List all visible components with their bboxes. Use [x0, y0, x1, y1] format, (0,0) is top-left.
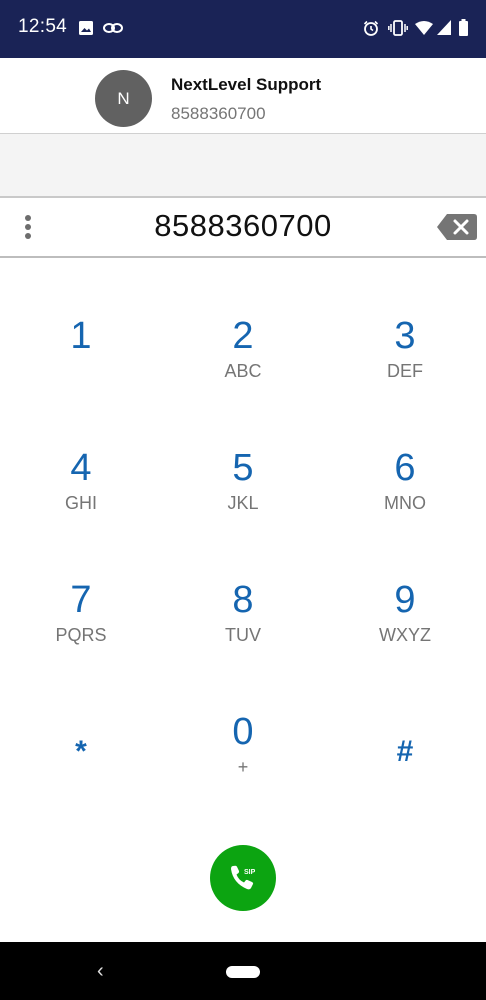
key-6[interactable]: 6 MNO — [345, 446, 465, 546]
key-digit: 8 — [232, 579, 254, 621]
key-digit: 2 — [232, 315, 254, 357]
key-digit: 7 — [70, 579, 92, 621]
key-hash[interactable]: # — [345, 708, 465, 808]
key-0[interactable]: 0 + — [183, 710, 303, 810]
key-5[interactable]: 5 JKL — [183, 446, 303, 546]
key-letters: TUV — [225, 625, 261, 645]
dialed-number-field[interactable]: 8588360700 — [0, 208, 486, 244]
key-digit: 4 — [70, 447, 92, 489]
key-digit: 6 — [394, 447, 416, 489]
vibrate-icon — [388, 20, 408, 36]
alarm-icon — [363, 20, 379, 36]
link-icon — [103, 23, 123, 33]
key-2[interactable]: 2 ABC — [183, 314, 303, 414]
key-letters: + — [237, 757, 249, 777]
avatar: N — [95, 70, 152, 127]
key-digit: 9 — [394, 579, 416, 621]
contact-suggestion[interactable]: N NextLevel Support 8588360700 — [0, 58, 486, 134]
back-icon[interactable]: ‹ — [97, 960, 104, 983]
key-digit: 5 — [232, 447, 254, 489]
key-letters: ABC — [224, 361, 262, 381]
sip-badge: SIP — [244, 869, 256, 876]
key-digit: 3 — [394, 315, 416, 357]
phone-icon: SIP — [231, 865, 256, 890]
contact-name: NextLevel Support — [171, 75, 322, 94]
key-digit: 0 — [232, 711, 254, 753]
contact-number: 8588360700 — [171, 104, 266, 123]
home-pill-icon[interactable] — [226, 966, 260, 978]
keypad: 1 2 ABC 3 DEF 4 GHI 5 JKL 6 MNO 7 PQRS 8… — [0, 300, 486, 800]
battery-icon — [459, 19, 468, 36]
key-letters: GHI — [64, 493, 97, 513]
status-bar: 12:54 — [0, 0, 486, 58]
key-3[interactable]: 3 DEF — [345, 314, 465, 414]
system-nav-bar: ‹ — [0, 942, 486, 1000]
number-entry-row: 8588360700 — [0, 198, 486, 258]
status-time: 12:54 — [18, 16, 68, 37]
signal-icon — [437, 20, 451, 35]
key-9[interactable]: 9 WXYZ — [345, 578, 465, 678]
key-8[interactable]: 8 TUV — [183, 578, 303, 678]
key-letters: JKL — [227, 493, 259, 513]
key-4[interactable]: 4 GHI — [21, 446, 141, 546]
key-star[interactable]: * — [21, 708, 141, 808]
empty-suggestion-area — [0, 134, 486, 198]
key-letters: MNO — [384, 493, 426, 513]
key-letters: PQRS — [55, 625, 107, 645]
key-7[interactable]: 7 PQRS — [21, 578, 141, 678]
key-digit: * — [75, 735, 87, 768]
sip-call-button[interactable]: SIP — [210, 845, 276, 911]
backspace-icon[interactable] — [437, 214, 477, 240]
key-1[interactable]: 1 — [21, 314, 141, 414]
key-digit: 1 — [70, 315, 92, 357]
wifi-icon — [415, 21, 433, 35]
key-letters: WXYZ — [379, 625, 431, 645]
key-digit: # — [396, 735, 414, 768]
key-letters: DEF — [387, 361, 423, 381]
image-icon — [79, 21, 93, 35]
